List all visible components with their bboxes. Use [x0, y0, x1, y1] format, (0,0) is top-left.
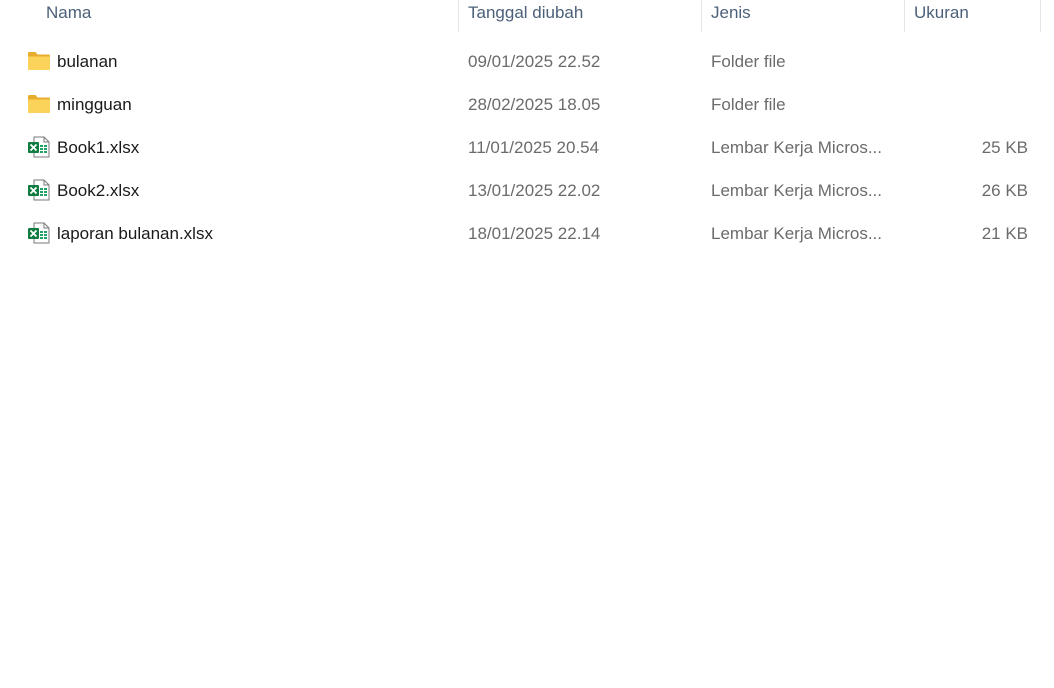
file-type: Folder file: [711, 95, 786, 114]
excel-file-icon: [27, 222, 51, 244]
file-type: Lembar Kerja Micros...: [711, 224, 882, 243]
file-row[interactable]: Book1.xlsx 11/01/2025 20.54 Lembar Kerja…: [0, 126, 1040, 169]
file-name: Book1.xlsx: [57, 138, 140, 157]
file-date-modified: 13/01/2025 22.02: [468, 181, 601, 200]
file-row[interactable]: Book2.xlsx 13/01/2025 22.02 Lembar Kerja…: [0, 169, 1040, 212]
excel-file-icon: [27, 136, 51, 158]
folder-icon: [27, 50, 51, 72]
file-row[interactable]: mingguan 28/02/2025 18.05 Folder file: [0, 83, 1040, 126]
folder-icon: [27, 93, 51, 115]
file-type: Folder file: [711, 52, 786, 71]
column-header-type[interactable]: Jenis: [701, 0, 904, 32]
file-row[interactable]: bulanan 09/01/2025 22.52 Folder file: [0, 40, 1040, 83]
file-row[interactable]: laporan bulanan.xlsx 18/01/2025 22.14 Le…: [0, 212, 1040, 255]
file-date-modified: 11/01/2025 20.54: [468, 138, 600, 157]
column-header-date-modified[interactable]: Tanggal diubah: [458, 0, 701, 32]
file-date-modified: 28/02/2025 18.05: [468, 95, 601, 114]
file-list-view: Nama Tanggal diubah Jenis Ukuran bulanan…: [0, 0, 1054, 688]
file-name: mingguan: [57, 95, 132, 114]
file-size: 26 KB: [981, 181, 1028, 200]
column-header-bar: Nama Tanggal diubah Jenis Ukuran: [0, 0, 1054, 32]
column-header-size[interactable]: Ukuran: [904, 0, 1040, 32]
column-header-name[interactable]: Nama: [36, 0, 458, 32]
file-rows: bulanan 09/01/2025 22.52 Folder file min…: [0, 40, 1054, 255]
file-size: 25 KB: [981, 138, 1028, 157]
file-type: Lembar Kerja Micros...: [711, 138, 882, 157]
file-date-modified: 09/01/2025 22.52: [468, 52, 601, 71]
file-name: bulanan: [57, 52, 118, 71]
column-divider[interactable]: [1040, 0, 1041, 32]
file-name: Book2.xlsx: [57, 181, 140, 200]
file-type: Lembar Kerja Micros...: [711, 181, 882, 200]
excel-file-icon: [27, 179, 51, 201]
file-size: 21 KB: [981, 224, 1028, 243]
file-date-modified: 18/01/2025 22.14: [468, 224, 601, 243]
file-name: laporan bulanan.xlsx: [57, 224, 213, 243]
